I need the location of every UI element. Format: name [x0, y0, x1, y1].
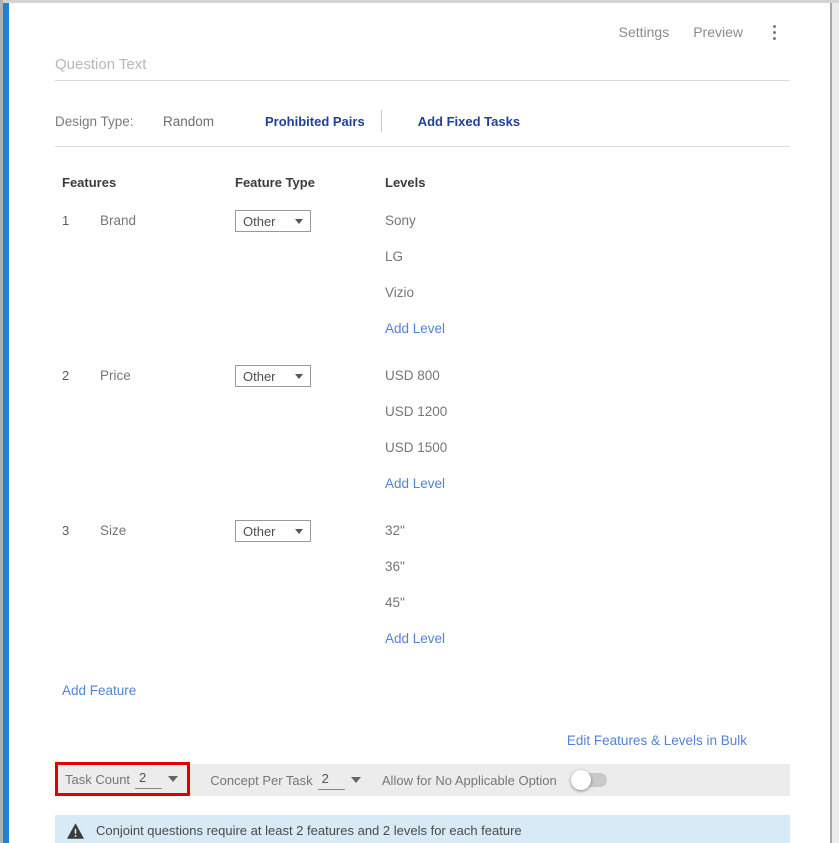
- concept-per-task-value[interactable]: 2: [318, 771, 345, 790]
- level-value[interactable]: Sony: [385, 210, 790, 232]
- feature-index: 1: [62, 210, 100, 232]
- feature-type-select[interactable]: Other: [235, 210, 311, 232]
- concept-per-task-control[interactable]: Concept Per Task 2: [210, 771, 361, 790]
- vertical-divider: [381, 110, 382, 132]
- chevron-down-icon[interactable]: [168, 776, 178, 782]
- feature-table-header: Features Feature Type Levels: [55, 175, 790, 190]
- chevron-down-icon: [295, 529, 303, 534]
- add-fixed-tasks-link[interactable]: Add Fixed Tasks: [418, 114, 520, 129]
- kebab-menu-button[interactable]: [767, 23, 782, 42]
- feature-name[interactable]: Brand: [100, 210, 235, 232]
- levels-list: 32" 36" 45" Add Level: [385, 520, 790, 664]
- features-column-header: Features: [62, 175, 235, 190]
- question-toolbar: Settings Preview: [55, 23, 790, 41]
- bulk-edit-link[interactable]: Edit Features & Levels in Bulk: [567, 733, 747, 748]
- chevron-down-icon: [295, 219, 303, 224]
- chevron-down-icon: [295, 374, 303, 379]
- design-type-value[interactable]: Random: [163, 114, 265, 129]
- toggle-knob: [571, 770, 591, 790]
- feature-index: 2: [62, 365, 100, 387]
- level-value[interactable]: LG: [385, 246, 790, 268]
- feature-rows: 1 Brand Other Sony LG Vizio Add Level 2 Pri…: [55, 210, 790, 664]
- window-top-edge: [0, 0, 839, 3]
- validation-warning-banner: Conjoint questions require at least 2 fe…: [55, 815, 790, 843]
- kebab-icon: [773, 31, 776, 34]
- selected-question-indicator: [3, 3, 9, 843]
- levels-list: Sony LG Vizio Add Level: [385, 210, 790, 354]
- add-level-link[interactable]: Add Level: [385, 628, 445, 650]
- feature-type-value: Other: [243, 214, 295, 229]
- warning-text: Conjoint questions require at least 2 fe…: [96, 823, 522, 838]
- preview-button[interactable]: Preview: [693, 24, 743, 40]
- level-value[interactable]: USD 1500: [385, 437, 790, 459]
- feature-row: 1 Brand Other Sony LG Vizio Add Level: [55, 210, 790, 354]
- design-type-label: Design Type:: [55, 114, 163, 129]
- level-value[interactable]: 32": [385, 520, 790, 542]
- question-text-underline: [55, 80, 790, 81]
- add-level-link[interactable]: Add Level: [385, 318, 445, 340]
- scrollbar-track[interactable]: [832, 3, 839, 843]
- na-option-toggle[interactable]: [571, 770, 609, 790]
- task-count-control[interactable]: Task Count 2: [65, 770, 178, 789]
- task-count-highlight: Task Count 2: [55, 762, 190, 796]
- question-text-input[interactable]: Question Text: [55, 56, 790, 73]
- level-value[interactable]: 45": [385, 592, 790, 614]
- levels-list: USD 800 USD 1200 USD 1500 Add Level: [385, 365, 790, 509]
- kebab-icon: [773, 37, 776, 40]
- feature-type-value: Other: [243, 524, 295, 539]
- task-count-value[interactable]: 2: [135, 770, 162, 789]
- feature-index: 3: [62, 520, 100, 542]
- feature-type-value: Other: [243, 369, 295, 384]
- settings-button[interactable]: Settings: [619, 24, 670, 40]
- levels-column-header: Levels: [385, 175, 790, 190]
- feature-name[interactable]: Price: [100, 365, 235, 387]
- task-count-label: Task Count: [65, 772, 130, 787]
- level-value[interactable]: USD 1200: [385, 401, 790, 423]
- na-option-control: Allow for No Applicable Option: [382, 770, 609, 790]
- feature-row: 2 Price Other USD 800 USD 1200 USD 1500 Add…: [55, 365, 790, 509]
- add-feature-link[interactable]: Add Feature: [62, 683, 136, 698]
- kebab-icon: [773, 25, 776, 28]
- conjoint-controls-bar: Task Count 2 Concept Per Task 2 Allow fo…: [55, 764, 790, 796]
- add-level-link[interactable]: Add Level: [385, 473, 445, 495]
- design-type-row: Design Type: Random Prohibited Pairs Add…: [55, 111, 790, 131]
- level-value[interactable]: Vizio: [385, 282, 790, 304]
- feature-type-select[interactable]: Other: [235, 520, 311, 542]
- concept-per-task-label: Concept Per Task: [210, 773, 312, 788]
- warning-triangle-icon: [67, 823, 84, 839]
- prohibited-pairs-link[interactable]: Prohibited Pairs: [265, 114, 365, 129]
- level-value[interactable]: USD 800: [385, 365, 790, 387]
- feature-name[interactable]: Size: [100, 520, 235, 542]
- feature-type-column-header: Feature Type: [235, 175, 385, 190]
- na-option-label: Allow for No Applicable Option: [382, 773, 557, 788]
- section-divider: [55, 146, 790, 147]
- chevron-down-icon[interactable]: [351, 777, 361, 783]
- panel-right-border: [830, 3, 832, 843]
- level-value[interactable]: 36": [385, 556, 790, 578]
- feature-type-select[interactable]: Other: [235, 365, 311, 387]
- conjoint-question-editor: Settings Preview Question Text Design Ty…: [9, 3, 830, 843]
- feature-row: 3 Size Other 32" 36" 45" Add Level: [55, 520, 790, 664]
